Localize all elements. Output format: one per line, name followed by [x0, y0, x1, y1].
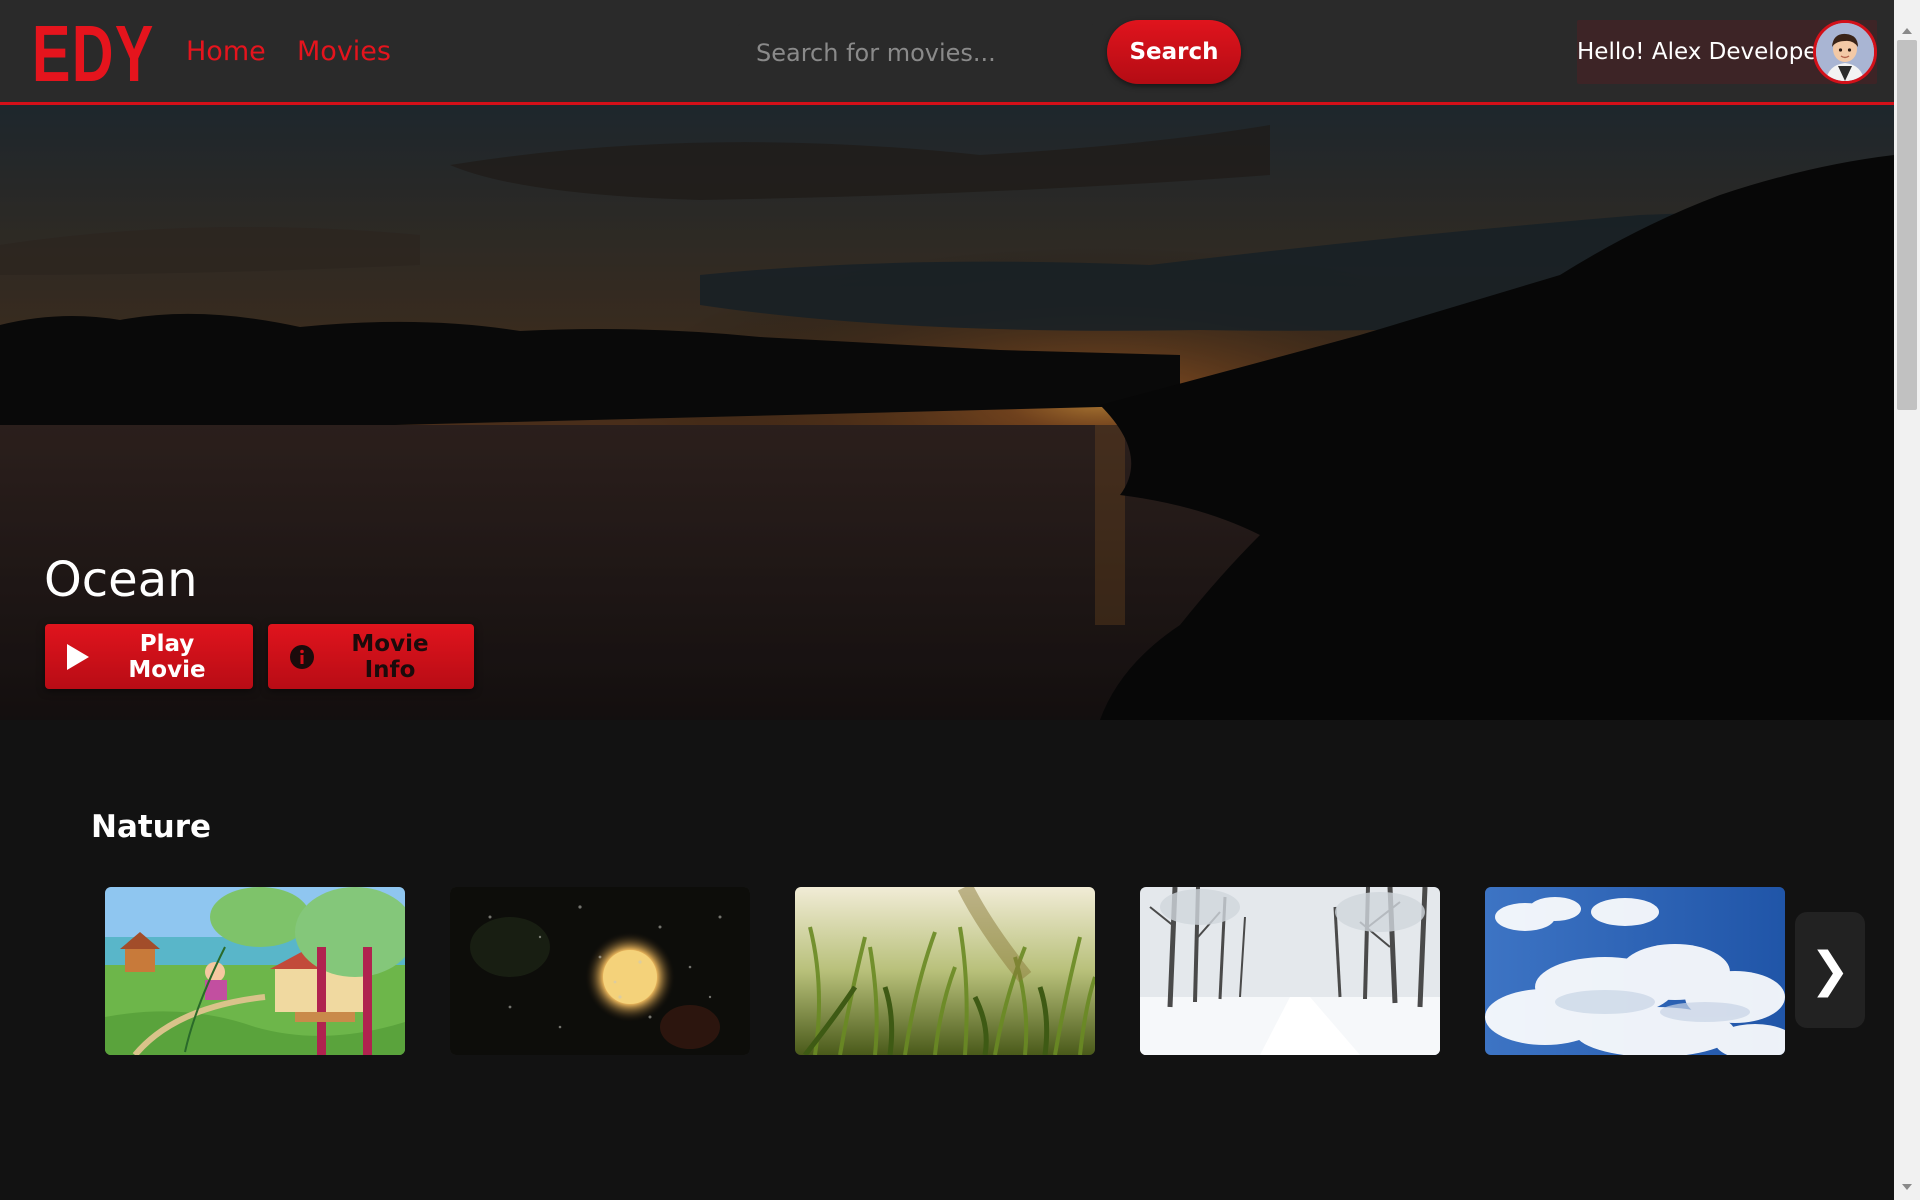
scroll-up-arrow-icon[interactable] — [1902, 28, 1912, 34]
hero-title: Ocean — [44, 552, 198, 608]
play-icon — [67, 643, 89, 670]
search-input[interactable] — [736, 24, 1096, 82]
search-button[interactable]: Search — [1107, 20, 1241, 84]
movie-info-label: Movie Info — [351, 630, 429, 683]
movie-thumbnail[interactable] — [105, 887, 405, 1055]
grass-thumbnail-image — [795, 887, 1095, 1055]
user-menu[interactable]: Hello! Alex Developer — [1577, 20, 1877, 84]
scrollbar-thumb[interactable] — [1897, 40, 1917, 410]
movie-thumbnail[interactable] — [1485, 887, 1785, 1055]
nav-home-link[interactable]: Home — [186, 36, 266, 67]
user-greeting: Hello! Alex Developer — [1577, 39, 1827, 65]
brand-logo[interactable]: EDY — [32, 14, 155, 94]
movie-thumbnail[interactable] — [795, 887, 1095, 1055]
play-movie-button[interactable]: Play Movie — [45, 624, 253, 689]
row-title-nature: Nature — [91, 809, 212, 845]
scroll-down-arrow-icon[interactable] — [1902, 1184, 1912, 1190]
avatar[interactable] — [1813, 20, 1877, 84]
snowy-forest-thumbnail-image — [1140, 887, 1440, 1055]
movie-info-button[interactable]: Movie Info — [268, 624, 474, 689]
movie-thumbnail[interactable] — [450, 887, 750, 1055]
info-icon — [290, 644, 314, 669]
nav-movies-link[interactable]: Movies — [297, 36, 391, 67]
movie-thumbnail[interactable] — [1140, 887, 1440, 1055]
sky-clouds-thumbnail-image — [1485, 887, 1785, 1055]
vertical-scrollbar[interactable] — [1894, 0, 1920, 1200]
carousel-next-button[interactable]: ❯ — [1795, 912, 1865, 1028]
rainy-window-thumbnail-image — [450, 887, 750, 1055]
app-viewport: EDY Home Movies Search Hello! Alex Devel… — [0, 0, 1894, 1200]
play-movie-label: Play Movie — [128, 630, 206, 683]
hero-banner: Ocean Play Movie Movie Info — [0, 105, 1894, 720]
avatar-image — [1816, 23, 1874, 81]
top-navbar: EDY Home Movies Search Hello! Alex Devel… — [0, 0, 1894, 105]
cartoon-park-thumbnail-image — [105, 887, 405, 1055]
chevron-right-icon: ❯ — [1809, 942, 1851, 998]
